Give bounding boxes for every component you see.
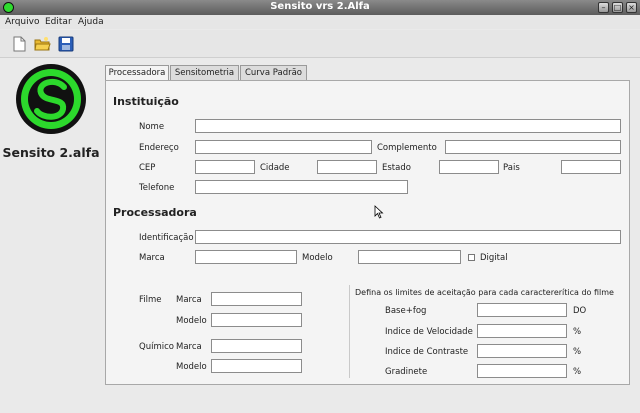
limites-heading: Defina os limites de aceitação para cada… (355, 288, 614, 297)
tab-curva-padrao[interactable]: Curva Padrão (240, 65, 307, 80)
menu-ajuda[interactable]: Ajuda (78, 17, 104, 27)
complemento-label: Complemento (377, 143, 437, 153)
telefone-input[interactable] (195, 180, 408, 194)
base-fog-label: Base+fog (385, 306, 427, 316)
velocidade-label: Indice de Velocidade (385, 327, 473, 337)
logo-panel: Sensito 2.alfa (0, 58, 102, 413)
proc-marca-label: Marca (139, 253, 165, 263)
nome-label: Nome (139, 122, 165, 132)
tab-processadora[interactable]: Processadora (105, 65, 169, 81)
toolbar (0, 30, 640, 58)
filme-marca-label: Marca (176, 295, 202, 305)
complemento-input[interactable] (445, 140, 621, 154)
maximize-icon[interactable]: □ (612, 2, 623, 13)
pais-label: Pais (503, 163, 520, 173)
filme-marca-input[interactable] (211, 292, 302, 306)
pais-input[interactable] (561, 160, 621, 174)
main-window: Sensito vrs 2.Alfa – □ × Arquivo Editar … (0, 0, 640, 413)
cidade-label: Cidade (260, 163, 290, 173)
quimico-modelo-label: Modelo (176, 362, 207, 372)
save-icon[interactable] (57, 35, 75, 53)
minimize-icon[interactable]: – (598, 2, 609, 13)
gradiente-unit: % (573, 367, 582, 377)
telefone-label: Telefone (139, 183, 175, 193)
window-title: Sensito vrs 2.Alfa (270, 1, 370, 12)
identificacao-label: Identificação (139, 233, 194, 243)
app-name: Sensito 2.alfa (2, 145, 100, 160)
filme-modelo-input[interactable] (211, 313, 302, 327)
velocidade-unit: % (573, 327, 582, 337)
proc-modelo-label: Modelo (302, 253, 333, 263)
estado-input[interactable] (439, 160, 499, 174)
section-instituicao: Instituição (113, 95, 179, 108)
app-logo-icon (16, 64, 86, 134)
section-processadora: Processadora (113, 206, 197, 219)
filme-modelo-label: Modelo (176, 316, 207, 326)
quimico-marca-input[interactable] (211, 339, 302, 353)
endereco-label: Endereço (139, 143, 179, 153)
digital-checkbox[interactable] (468, 254, 475, 261)
contraste-unit: % (573, 347, 582, 357)
title-bar[interactable]: Sensito vrs 2.Alfa – □ × (0, 0, 640, 15)
endereco-input[interactable] (195, 140, 372, 154)
base-fog-unit: DO (573, 306, 587, 316)
gradiente-label: Gradinete (385, 367, 428, 377)
proc-modelo-input[interactable] (358, 250, 461, 264)
estado-label: Estado (382, 163, 411, 173)
identificacao-input[interactable] (195, 230, 621, 244)
digital-label: Digital (480, 253, 508, 263)
tab-sensitometria[interactable]: Sensitometria (170, 65, 239, 80)
proc-marca-input[interactable] (195, 250, 297, 264)
quimico-modelo-input[interactable] (211, 359, 302, 373)
base-fog-input[interactable] (477, 303, 567, 317)
cep-input[interactable] (195, 160, 255, 174)
quimico-label: Químico (139, 342, 174, 352)
menu-arquivo[interactable]: Arquivo (5, 17, 39, 27)
mouse-cursor-icon (374, 205, 384, 219)
close-icon[interactable]: × (626, 2, 637, 13)
gradiente-input[interactable] (477, 364, 567, 378)
contraste-input[interactable] (477, 344, 567, 358)
filme-label: Filme (139, 295, 162, 305)
cidade-input[interactable] (317, 160, 377, 174)
open-folder-icon[interactable] (33, 35, 51, 53)
quimico-marca-label: Marca (176, 342, 202, 352)
vertical-divider (349, 285, 350, 378)
nome-input[interactable] (195, 119, 621, 133)
menu-editar[interactable]: Editar (45, 17, 72, 27)
velocidade-input[interactable] (477, 324, 567, 338)
cep-label: CEP (139, 163, 156, 173)
menu-bar: Arquivo Editar Ajuda (0, 15, 640, 29)
tab-content-processadora: Instituição Nome Endereço Complemento CE… (105, 80, 630, 385)
new-file-icon[interactable] (10, 35, 28, 53)
contraste-label: Indice de Contraste (385, 347, 469, 357)
